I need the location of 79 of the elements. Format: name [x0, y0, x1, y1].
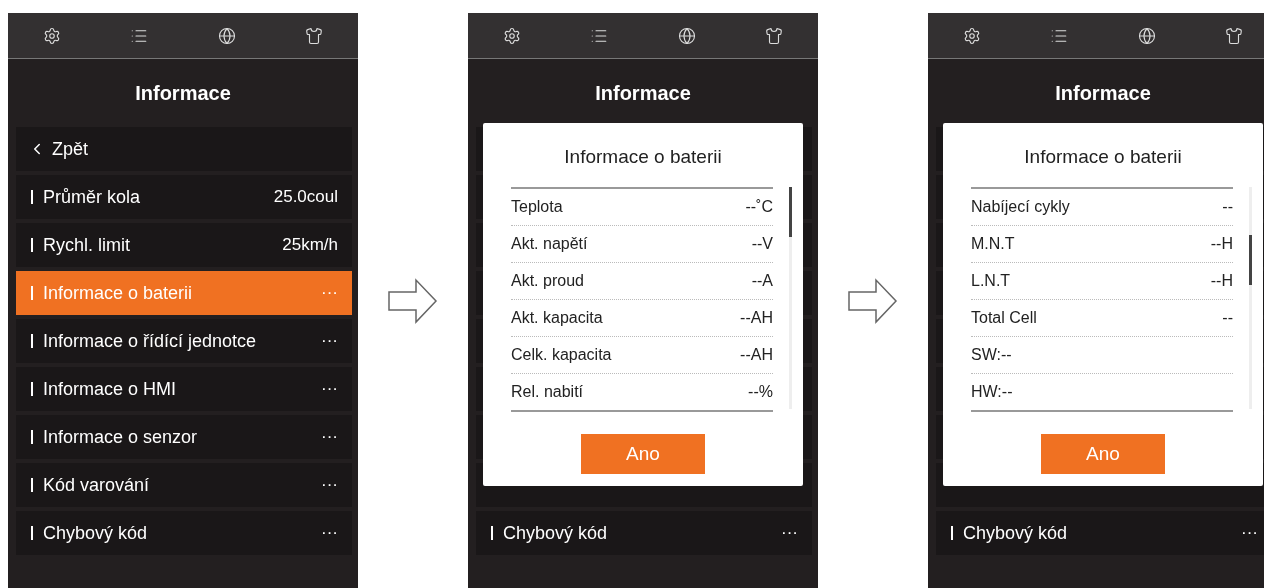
info-value: --AH [740, 309, 773, 327]
arrow-icon [848, 277, 898, 324]
menu-row[interactable]: Chybový kód ··· [476, 511, 812, 555]
menu-row[interactable]: Chybový kód ··· [936, 511, 1264, 555]
info-value: --% [748, 383, 773, 401]
info-label: Nabíjecí cykly [971, 198, 1070, 216]
row-marker [31, 190, 33, 204]
menu-label: Kód varování [43, 474, 151, 496]
menu-label: Rychl. limit [43, 234, 131, 256]
menu-label: Informace o HMI [43, 378, 178, 400]
dialog-title: Informace o baterii [564, 146, 722, 169]
info-value: -- [1222, 198, 1233, 216]
info-label: Akt. napětí [511, 235, 588, 253]
menu-value: ··· [1241, 523, 1258, 543]
info-label: Total Cell [971, 309, 1037, 327]
info-value: --A [751, 272, 773, 290]
menu-label: Zpět [52, 138, 90, 160]
menu-label: Chybový kód [43, 522, 149, 544]
row-marker [31, 238, 33, 252]
info-label: Rel. nabití [511, 383, 584, 401]
row-marker [31, 478, 33, 492]
row-marker [31, 334, 33, 348]
row-marker [951, 526, 953, 540]
menu-value: ··· [321, 379, 338, 399]
shirt-icon[interactable] [305, 26, 324, 45]
screen-title: Informace [134, 80, 232, 106]
info-value: --H [1210, 272, 1233, 290]
menu-row[interactable]: Informace o řídící jednotce ··· [16, 319, 352, 363]
menu-label: Chybový kód [963, 522, 1069, 544]
info-label: SW:-- [971, 346, 1012, 364]
globe-icon[interactable] [677, 26, 696, 45]
shirt-icon[interactable] [1225, 26, 1244, 45]
row-marker [31, 430, 33, 444]
info-value: --H [1210, 235, 1233, 253]
settings-icon[interactable] [502, 26, 521, 45]
info-value: --˚C [745, 198, 773, 216]
row-marker [31, 382, 33, 396]
row-marker [31, 526, 33, 540]
info-value: -- [1222, 309, 1233, 327]
info-label: L.N.T [971, 272, 1011, 290]
menu-label: Informace o baterii [43, 282, 194, 304]
menu-value: ··· [781, 523, 798, 543]
settings-icon[interactable] [42, 26, 61, 45]
menu-value: 25.0coul [273, 187, 338, 207]
back-row[interactable]: Zpět [16, 127, 352, 171]
screen-title: Informace [594, 80, 692, 106]
info-label: Celk. kapacita [511, 346, 612, 364]
menu-row[interactable]: Rychl. limit 25km/h [16, 223, 352, 267]
globe-icon[interactable] [1137, 26, 1156, 45]
menu-value: ··· [321, 331, 338, 351]
menu-label: Chybový kód [503, 522, 609, 544]
info-label: Teplota [511, 198, 563, 216]
menu-row[interactable]: Informace o HMI ··· [16, 367, 352, 411]
row-marker [31, 286, 33, 300]
menu-value: ··· [321, 427, 338, 447]
shirt-icon[interactable] [765, 26, 784, 45]
row-marker [491, 526, 493, 540]
menu-value: ··· [321, 283, 338, 303]
menu-label: Průměr kola [43, 186, 142, 208]
info-label: Akt. proud [511, 272, 584, 290]
menu-row[interactable]: Průměr kola 25.0coul [16, 175, 352, 219]
menu-value: 25km/h [282, 235, 338, 255]
info-label: HW:-- [971, 383, 1013, 401]
info-label: Akt. kapacita [511, 309, 603, 327]
menu-value: ··· [321, 475, 338, 495]
menu-value: ··· [321, 523, 338, 543]
menu-row[interactable]: Kód varování ··· [16, 463, 352, 507]
arrow-icon [388, 277, 438, 324]
globe-icon[interactable] [217, 26, 236, 45]
menu-row[interactable]: Chybový kód ··· [16, 511, 352, 555]
dialog-title: Informace o baterii [1024, 146, 1182, 169]
menu-row[interactable]: Informace o senzor ··· [16, 415, 352, 459]
info-value: --V [751, 235, 773, 253]
info-label: M.N.T [971, 235, 1015, 253]
info-value: --AH [740, 346, 773, 364]
settings-icon[interactable] [962, 26, 981, 45]
menu-label: Informace o řídící jednotce [43, 330, 258, 352]
menu-label: Informace o senzor [43, 426, 199, 448]
screen-title: Informace [1054, 80, 1152, 106]
